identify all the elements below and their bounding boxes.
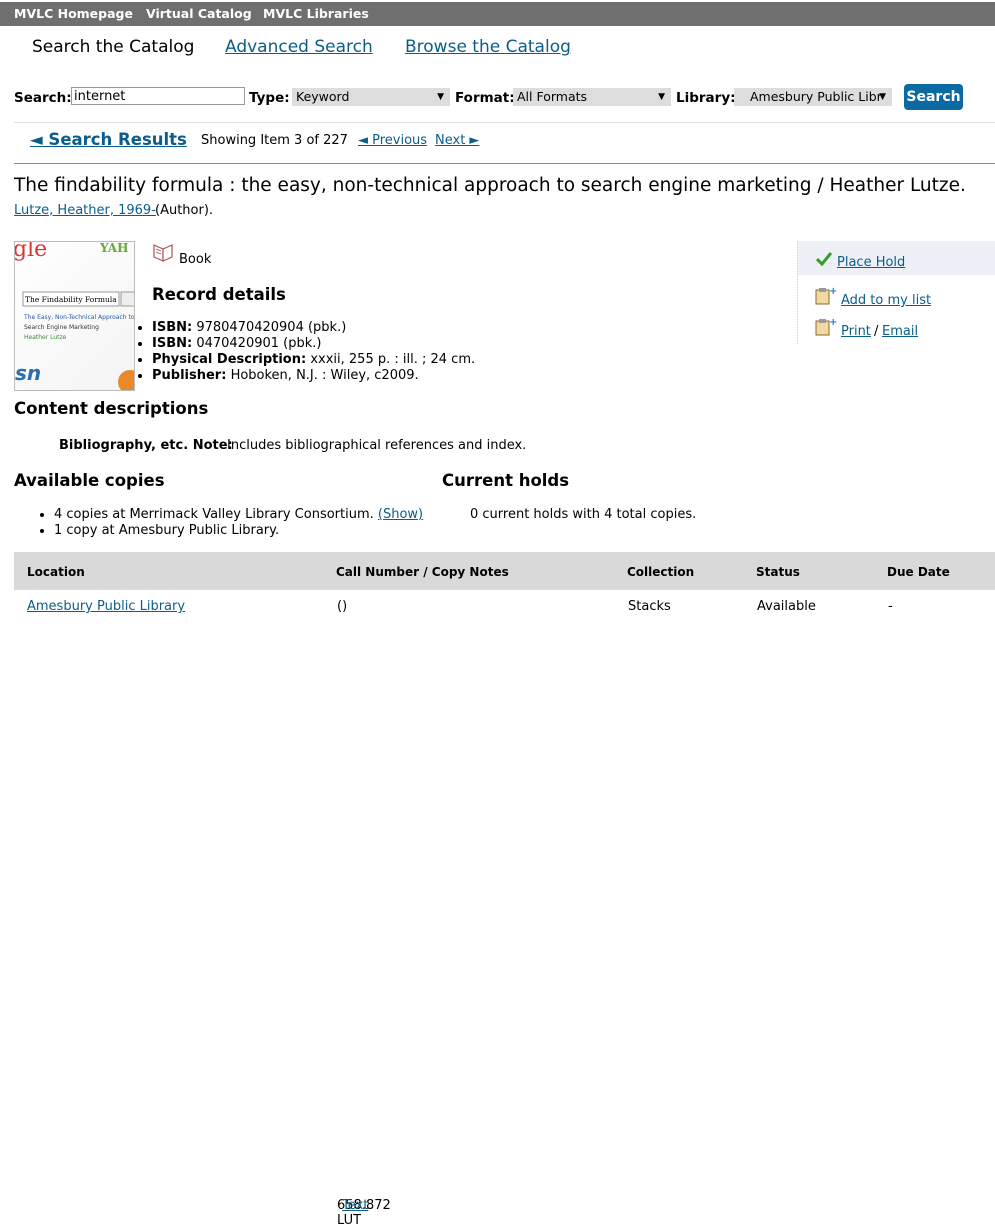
column-header-location: Location <box>27 565 85 579</box>
copies-table-header: Location Call Number / Copy Notes Collec… <box>14 552 995 590</box>
divider <box>14 163 995 164</box>
previous-link[interactable]: ◄ Previous <box>358 133 427 148</box>
status-cell: Available <box>757 599 816 614</box>
checkmark-icon <box>816 252 832 266</box>
book-icon <box>153 244 173 262</box>
column-header-collection: Collection <box>627 565 695 579</box>
top-nav-bar: MVLC Homepage Virtual Catalog MVLC Libra… <box>0 2 995 26</box>
clipboard-print-icon: + <box>815 317 837 336</box>
next-link[interactable]: Next ► <box>435 133 479 148</box>
cover-subtitle-2: Search Engine Marketing <box>24 324 99 331</box>
library-select-value: Amesbury Public Libr <box>750 89 882 104</box>
search-input[interactable]: internet <box>71 87 245 105</box>
nav-mvlc-homepage[interactable]: MVLC Homepage <box>14 6 133 21</box>
column-header-due-date: Due Date <box>887 565 950 579</box>
chevron-down-icon: ▼ <box>658 92 665 102</box>
format-select[interactable]: All Formats ▼ <box>513 88 671 106</box>
clipboard-add-icon: + <box>815 286 837 305</box>
cover-title: The Findability Formula <box>25 295 117 304</box>
svg-text:YAH: YAH <box>99 242 128 255</box>
library-select[interactable]: Amesbury Public Libr ▼ <box>734 88 892 106</box>
record-title: The findability formula : the easy, non-… <box>14 175 966 196</box>
note-value: Includes bibliographical references and … <box>227 438 527 453</box>
back-to-results-link[interactable]: ◄ Search Results <box>30 130 187 149</box>
current-holds-heading: Current holds <box>442 471 570 490</box>
collection-cell: Stacks <box>628 599 671 614</box>
author-role: (Author). <box>155 203 214 218</box>
copies-list: 4 copies at Merrimack Valley Library Con… <box>38 507 423 539</box>
list-item: 4 copies at Merrimack Valley Library Con… <box>54 507 423 523</box>
library-label: Library: <box>676 90 736 106</box>
record-details-list: ISBN: 9780470420904 (pbk.) ISBN: 0470420… <box>134 320 475 384</box>
list-item: 1 copy at Amesbury Public Library. <box>54 523 423 539</box>
cover-subtitle: The Easy, Non-Technical Approach to <box>24 314 135 321</box>
type-select-value: Keyword <box>296 89 350 104</box>
location-link[interactable]: Amesbury Public Library <box>27 599 185 614</box>
book-cover-image[interactable]: gle YAH sn The Findability Formula The E… <box>14 241 135 391</box>
tab-search-catalog[interactable]: Search the Catalog <box>32 37 194 57</box>
add-to-list-link[interactable]: Add to my list <box>841 293 931 308</box>
call-number-cell: 658.872 LUT (Text) <box>337 599 391 1228</box>
due-date-cell: - <box>888 599 893 614</box>
tab-advanced-search[interactable]: Advanced Search <box>225 37 373 57</box>
text-link[interactable]: Text <box>342 1198 368 1213</box>
column-header-call-number: Call Number / Copy Notes <box>336 565 509 579</box>
nav-mvlc-libraries[interactable]: MVLC Libraries <box>263 6 369 21</box>
chevron-down-icon: ▼ <box>879 92 886 102</box>
place-hold-link[interactable]: Place Hold <box>837 255 905 270</box>
type-label: Type: <box>249 90 290 106</box>
list-item: ISBN: 0470420901 (pbk.) <box>152 336 475 352</box>
note-label: Bibliography, etc. Note: <box>59 438 233 453</box>
tab-browse-catalog[interactable]: Browse the Catalog <box>405 37 571 57</box>
format-type: Book <box>179 252 212 267</box>
author-link[interactable]: Lutze, Heather, 1969- <box>14 203 156 218</box>
format-label: Format: <box>455 90 515 106</box>
content-descriptions-heading: Content descriptions <box>14 399 209 418</box>
available-copies-heading: Available copies <box>14 471 165 490</box>
svg-text:gle: gle <box>15 242 47 262</box>
search-label: Search: <box>14 90 72 106</box>
record-details-heading: Record details <box>152 285 286 304</box>
email-link[interactable]: Email <box>882 324 918 339</box>
format-select-value: All Formats <box>517 89 588 104</box>
svg-text:+: + <box>829 317 837 328</box>
cover-author: Heather Lutze <box>24 334 67 341</box>
svg-text:+: + <box>829 286 837 297</box>
list-item: ISBN: 9780470420904 (pbk.) <box>152 320 475 336</box>
column-header-status: Status <box>756 565 800 579</box>
list-item: Physical Description: xxxii, 255 p. : il… <box>152 352 475 368</box>
chevron-down-icon: ▼ <box>437 92 444 102</box>
type-select[interactable]: Keyword ▼ <box>292 88 450 106</box>
nav-virtual-catalog[interactable]: Virtual Catalog <box>146 6 252 21</box>
showing-item-text: Showing Item 3 of 227 <box>201 133 348 148</box>
separator: / <box>874 324 879 339</box>
show-copies-link[interactable]: (Show) <box>378 507 423 522</box>
svg-text:sn: sn <box>15 361 41 385</box>
search-button[interactable]: Search <box>904 84 963 110</box>
divider <box>14 122 995 123</box>
holds-text: 0 current holds with 4 total copies. <box>470 507 697 522</box>
list-item: Publisher: Hoboken, N.J. : Wiley, c2009. <box>152 368 475 384</box>
print-link[interactable]: Print <box>841 324 871 339</box>
